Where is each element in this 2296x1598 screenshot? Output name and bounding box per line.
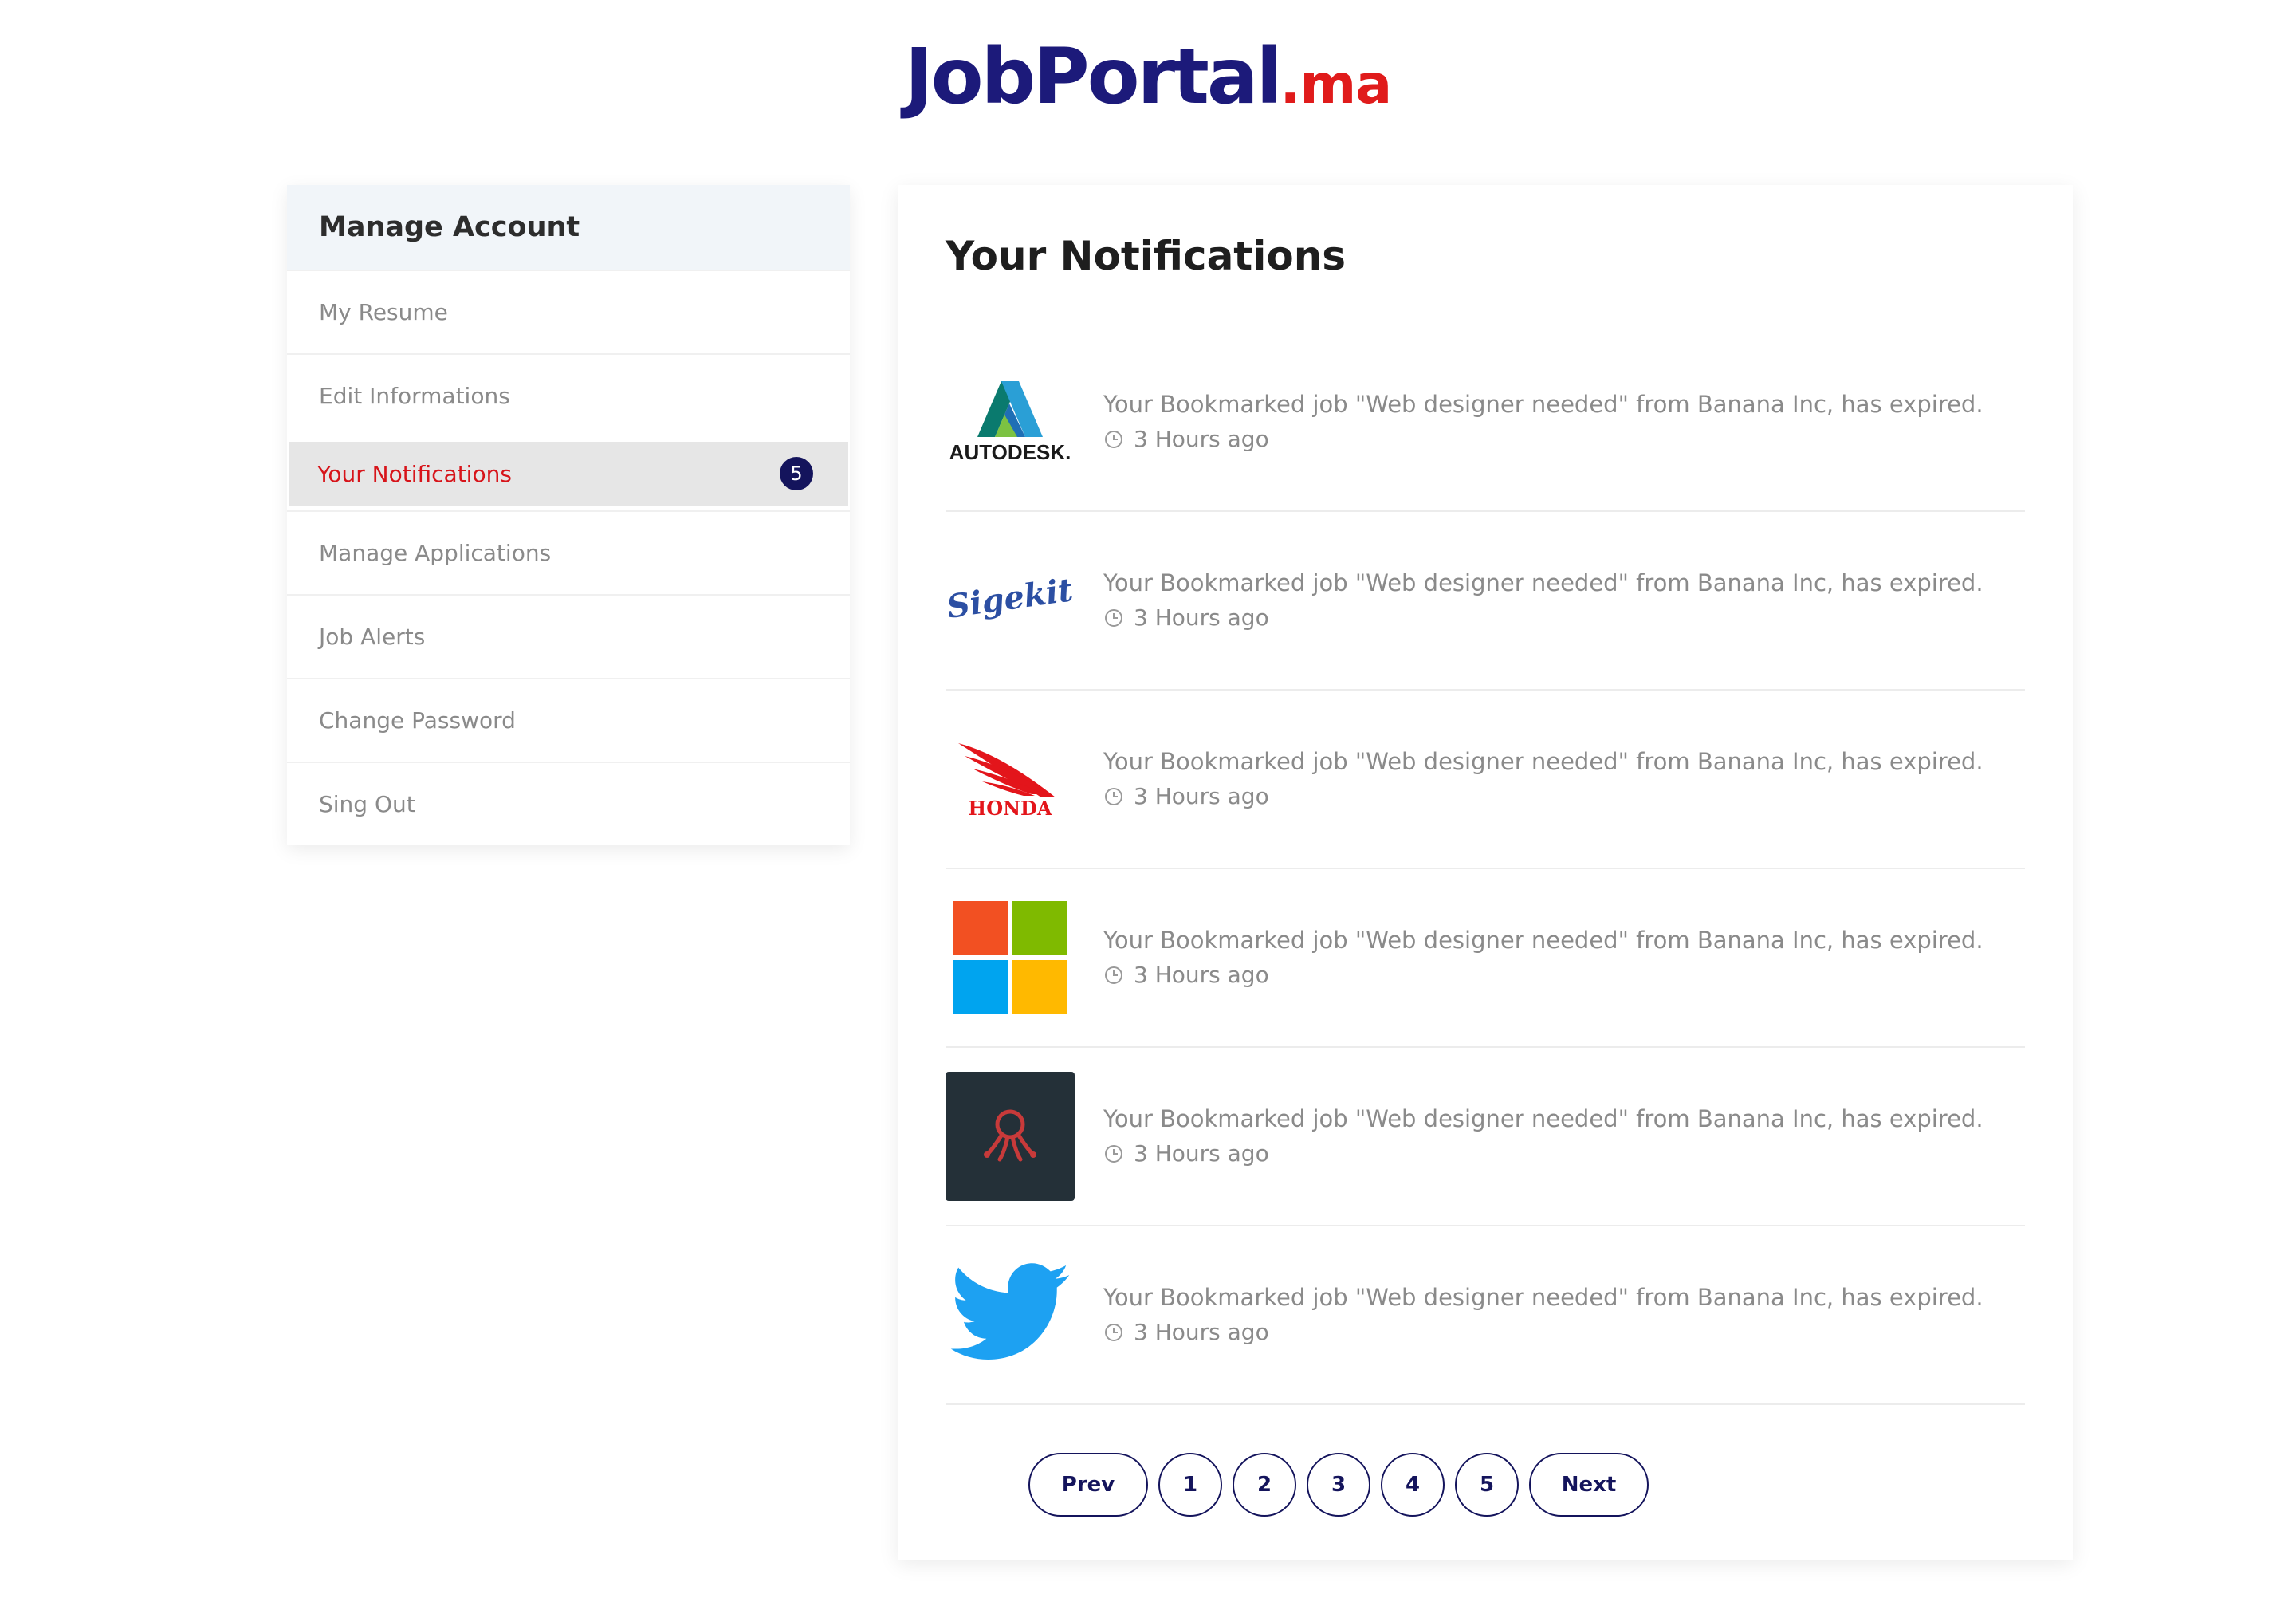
notification-list: AUTODESK. Your Bookmarked job "Web desig… <box>946 333 2025 1405</box>
next-page-button[interactable]: Next <box>1529 1453 1649 1517</box>
sidebar-title: Manage Account <box>287 185 850 270</box>
notification-text: Your Bookmarked job "Web designer needed… <box>1103 1105 1983 1132</box>
twitter-logo <box>946 1250 1075 1380</box>
notification-time-text: 3 Hours ago <box>1134 1319 1269 1345</box>
notification-time-text: 3 Hours ago <box>1134 783 1269 809</box>
honda-logo: HONDA <box>946 714 1075 844</box>
page-1-button[interactable]: 1 <box>1158 1453 1222 1517</box>
sidebar-item-sign-out[interactable]: Sing Out <box>287 762 850 845</box>
clock-icon <box>1105 1324 1122 1341</box>
site-logo[interactable]: JobPortal.ma <box>0 32 2296 121</box>
notification-text: Your Bookmarked job "Web designer needed… <box>1103 748 1983 775</box>
page-3-button[interactable]: 3 <box>1307 1453 1370 1517</box>
notification-item[interactable]: Your Bookmarked job "Web designer needed… <box>946 1226 2025 1405</box>
sidebar-item-edit-informations[interactable]: Edit Informations <box>287 353 850 437</box>
page-5-button[interactable]: 5 <box>1455 1453 1519 1517</box>
account-sidebar: Manage Account My Resume Edit Informatio… <box>287 185 850 845</box>
sidebar-item-manage-applications[interactable]: Manage Applications <box>287 510 850 594</box>
clock-icon <box>1105 1145 1122 1163</box>
notification-item[interactable]: Your Bookmarked job "Web designer needed… <box>946 869 2025 1048</box>
clock-icon <box>1105 788 1122 805</box>
page-2-button[interactable]: 2 <box>1233 1453 1296 1517</box>
notification-time: 3 Hours ago <box>1103 1315 1983 1350</box>
notification-item[interactable]: HONDA Your Bookmarked job "Web designer … <box>946 691 2025 869</box>
notification-time: 3 Hours ago <box>1103 1136 1983 1171</box>
honda-wordmark: HONDA <box>969 797 1052 820</box>
notification-item[interactable]: AUTODESK. Your Bookmarked job "Web desig… <box>946 333 2025 512</box>
sidebar-item-change-password[interactable]: Change Password <box>287 678 850 762</box>
notification-time: 3 Hours ago <box>1103 779 1983 814</box>
sidebar-item-my-resume[interactable]: My Resume <box>287 270 850 353</box>
clock-icon <box>1105 609 1122 627</box>
notification-time-text: 3 Hours ago <box>1134 962 1269 988</box>
octopus-logo <box>946 1072 1075 1201</box>
autodesk-wordmark: AUTODESK. <box>949 440 1071 464</box>
notification-text: Your Bookmarked job "Web designer needed… <box>1103 1284 1983 1311</box>
notification-count-badge: 5 <box>780 457 813 490</box>
notification-text: Your Bookmarked job "Web designer needed… <box>1103 391 1983 418</box>
notification-time-text: 3 Hours ago <box>1134 426 1269 452</box>
sidebar-item-label: Your Notifications <box>317 460 512 487</box>
sidebar-item-label: Job Alerts <box>319 624 426 650</box>
sigekit-logo: Sigekit <box>946 536 1075 665</box>
notification-time: 3 Hours ago <box>1103 600 1983 636</box>
sidebar-item-label: Edit Informations <box>319 383 510 409</box>
microsoft-logo <box>946 893 1075 1022</box>
page-title: Your Notifications <box>946 233 1347 279</box>
notification-text: Your Bookmarked job "Web designer needed… <box>1103 927 1983 954</box>
logo-tld: .ma <box>1280 53 1393 116</box>
sidebar-item-label: Sing Out <box>319 791 415 817</box>
prev-page-button[interactable]: Prev <box>1028 1453 1148 1517</box>
notification-item[interactable]: Your Bookmarked job "Web designer needed… <box>946 1048 2025 1226</box>
notification-time-text: 3 Hours ago <box>1134 604 1269 631</box>
sidebar-item-your-notifications[interactable]: Your Notifications 5 <box>289 437 848 510</box>
notifications-panel: Your Notifications AUTODESK. Your Bookma… <box>898 185 2073 1560</box>
logo-name: JobPortal <box>904 32 1283 121</box>
notification-time: 3 Hours ago <box>1103 422 1983 457</box>
sidebar-item-label: My Resume <box>319 299 448 325</box>
notification-time: 3 Hours ago <box>1103 958 1983 993</box>
sidebar-item-job-alerts[interactable]: Job Alerts <box>287 594 850 678</box>
sidebar-item-label: Change Password <box>319 707 516 734</box>
clock-icon <box>1105 431 1122 448</box>
sidebar-item-label: Manage Applications <box>319 540 552 566</box>
autodesk-logo: AUTODESK. <box>946 357 1075 486</box>
sigekit-wordmark: Sigekit <box>946 571 1075 626</box>
notification-time-text: 3 Hours ago <box>1134 1140 1269 1167</box>
notification-item[interactable]: Sigekit Your Bookmarked job "Web designe… <box>946 512 2025 691</box>
page-4-button[interactable]: 4 <box>1381 1453 1445 1517</box>
clock-icon <box>1105 966 1122 984</box>
notification-text: Your Bookmarked job "Web designer needed… <box>1103 569 1983 596</box>
pagination: Prev 1 2 3 4 5 Next <box>1028 1453 1659 1517</box>
